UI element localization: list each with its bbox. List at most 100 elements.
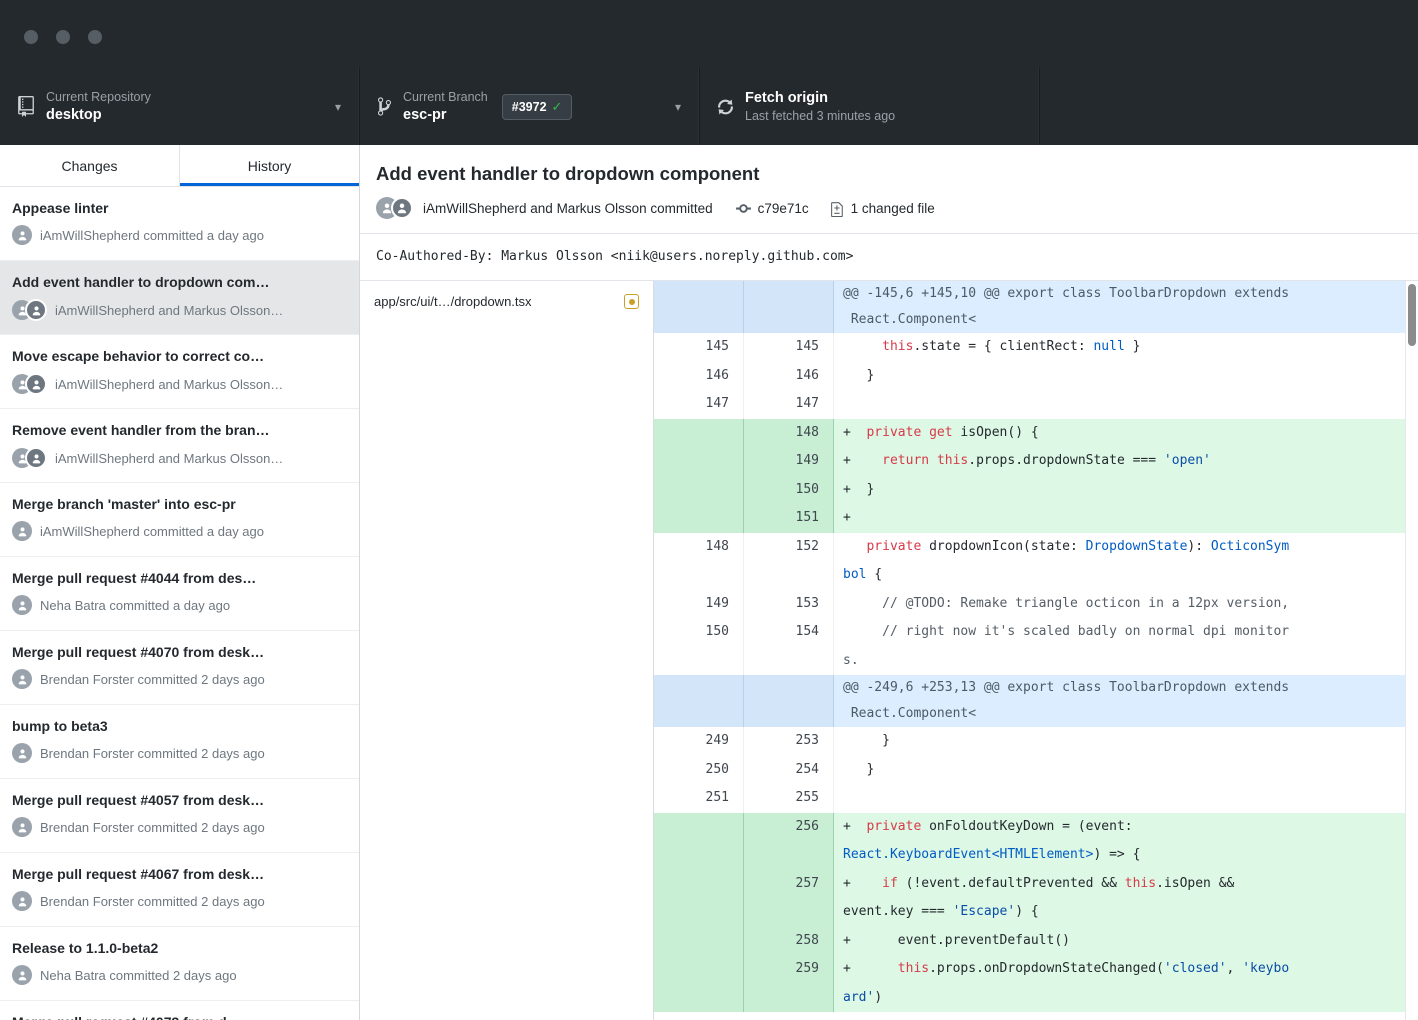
fetch-origin-status: Last fetched 3 minutes ago (745, 108, 895, 125)
current-branch-label: Current Branch (403, 89, 488, 106)
diff-line-row: 150+ } (654, 476, 1418, 505)
diff-code-text: + event.preventDefault() (834, 927, 1418, 956)
old-line-number: 146 (654, 362, 744, 391)
close-window-button[interactable] (24, 30, 38, 44)
commit-list-item[interactable]: Merge pull request #4044 from des…Neha B… (0, 557, 359, 631)
diff-line-row: 259+ this.props.onDropdownStateChanged('… (654, 955, 1418, 984)
new-line-number: 145 (744, 333, 834, 362)
old-line-number: 250 (654, 756, 744, 785)
commit-item-title: Release to 1.1.0-beta2 (12, 940, 347, 957)
old-line-number (654, 984, 744, 1013)
old-line-number (654, 647, 744, 676)
diff-line-row: 249253 } (654, 727, 1418, 756)
new-line-number (744, 281, 834, 307)
current-repository-button[interactable]: Current Repository desktop ▾ (0, 68, 360, 145)
avatar (12, 225, 32, 245)
commit-item-byline: Brendan Forster committed 2 days ago (40, 820, 265, 835)
tab-history[interactable]: History (180, 145, 359, 186)
diff-code-text: React.Component< (834, 307, 1418, 333)
new-line-number: 147 (744, 390, 834, 419)
current-branch-button[interactable]: Current Branch esc-pr #3972 ✓ ▾ (360, 68, 700, 145)
commit-item-meta: Brendan Forster committed 2 days ago (12, 743, 347, 763)
avatar (12, 521, 32, 541)
minimize-window-button[interactable] (56, 30, 70, 44)
diff-line-row: 251255 (654, 784, 1418, 813)
fetch-origin-button[interactable]: Fetch origin Last fetched 3 minutes ago (700, 68, 1040, 145)
commit-item-title: bump to beta3 (12, 718, 347, 735)
diff-scrollbar-track[interactable] (1405, 281, 1418, 1020)
sidebar-tabs: Changes History (0, 145, 359, 187)
sync-icon (718, 97, 733, 117)
diff-hunk-row: @@ -249,6 +253,13 @@ export class Toolba… (654, 675, 1418, 701)
old-line-number (654, 841, 744, 870)
old-line-number: 249 (654, 727, 744, 756)
git-commit-icon (735, 200, 752, 217)
commit-list-item[interactable]: Merge branch 'master' into esc-priAmWill… (0, 483, 359, 557)
diff-code-text: @@ -145,6 +145,10 @@ export class Toolba… (834, 281, 1418, 307)
diff-code-text: + if (!event.defaultPrevented && this.is… (834, 870, 1418, 899)
diff-code-text: event.key === 'Escape') { (834, 898, 1418, 927)
changed-file-icon (831, 200, 845, 217)
old-line-number (654, 476, 744, 505)
diff-code-text: + } (834, 476, 1418, 505)
diff-code-text: } (834, 727, 1418, 756)
old-line-number (654, 307, 744, 333)
old-line-number (654, 504, 744, 533)
commit-list-item[interactable]: bump to beta3 Brendan Forster committed 2… (0, 705, 359, 779)
diff-code-text: ard') (834, 984, 1418, 1013)
commit-list-item[interactable]: Appease linter iAmWillShepherd committed … (0, 187, 359, 261)
avatar (25, 447, 47, 469)
commit-list-item[interactable]: Merge pull request #4070 from desk… Brend… (0, 631, 359, 705)
diff-rows: @@ -145,6 +145,10 @@ export class Toolba… (654, 281, 1418, 1012)
commit-item-title: Appease linter (12, 200, 347, 217)
new-line-number: 149 (744, 447, 834, 476)
new-line-number: 148 (744, 419, 834, 448)
avatar (391, 197, 413, 219)
old-line-number (654, 813, 744, 842)
diff-scrollbar-thumb[interactable] (1408, 284, 1416, 346)
diff-code-text: // @TODO: Remake triangle octicon in a 1… (834, 590, 1418, 619)
diff-line-row: 148152 private dropdownIcon(state: Dropd… (654, 533, 1418, 562)
old-line-number: 148 (654, 533, 744, 562)
tab-changes[interactable]: Changes (0, 145, 180, 186)
commit-list-item[interactable]: Merge pull request #4067 from desk… Brend… (0, 853, 359, 927)
commit-item-byline: iAmWillShepherd and Markus Olsson… (55, 377, 283, 392)
commit-item-byline: Neha Batra committed a day ago (40, 598, 230, 613)
old-line-number (654, 870, 744, 899)
commit-item-byline: iAmWillShepherd committed a day ago (40, 228, 264, 243)
diff-hunk-row: React.Component< (654, 307, 1418, 333)
diff-area: app/src/ui/t…/dropdown.tsx @@ -145,6 +14… (360, 281, 1418, 1020)
commit-item-title: Merge pull request #4073 from d… (12, 1014, 347, 1020)
commit-item-meta: Brendan Forster committed 2 days ago (12, 669, 347, 689)
diff-line-row: 151+ (654, 504, 1418, 533)
old-line-number (654, 447, 744, 476)
diff-code-text (834, 390, 1418, 419)
diff-code-text: } (834, 362, 1418, 391)
chevron-down-icon: ▾ (325, 100, 341, 114)
commit-list-item[interactable]: Add event handler to dropdown com…iAmWil… (0, 261, 359, 335)
commit-description: Co-Authored-By: Markus Olsson <niik@user… (360, 234, 1418, 280)
commit-item-meta: Brendan Forster committed 2 days ago (12, 891, 347, 911)
changed-file-item[interactable]: app/src/ui/t…/dropdown.tsx (360, 281, 653, 322)
commit-list-item[interactable]: Merge pull request #4057 from desk…Brend… (0, 779, 359, 853)
diff-line-row: 145145 this.state = { clientRect: null } (654, 333, 1418, 362)
diff-line-row: 150154 // right now it's scaled badly on… (654, 618, 1418, 647)
new-line-number (744, 841, 834, 870)
sidebar: Changes History Appease linter iAmWillShe… (0, 145, 360, 1020)
zoom-window-button[interactable] (88, 30, 102, 44)
file-path: app/src/ui/t…/dropdown.tsx (374, 294, 616, 309)
diff-code-text: + return this.props.dropdownState === 'o… (834, 447, 1418, 476)
ci-check-icon: ✓ (552, 99, 563, 115)
commit-meta-row: iAmWillShepherd and Markus Olsson commit… (376, 197, 1402, 219)
commit-item-title: Merge pull request #4070 from desk… (12, 644, 347, 661)
commit-list-item[interactable]: Merge pull request #4073 from d… (0, 1001, 359, 1020)
diff-code-text: // right now it's scaled badly on normal… (834, 618, 1418, 647)
commit-list-item[interactable]: Remove event handler from the bran…iAmWi… (0, 409, 359, 483)
current-repository-label: Current Repository (46, 89, 151, 106)
avatar (12, 669, 32, 689)
commit-list-item[interactable]: Release to 1.1.0-beta2Neha Batra committ… (0, 927, 359, 1001)
commit-item-title: Merge pull request #4067 from desk… (12, 866, 347, 883)
new-line-number: 146 (744, 362, 834, 391)
commit-list-item[interactable]: Move escape behavior to correct co…iAmWi… (0, 335, 359, 409)
commit-item-byline: iAmWillShepherd committed a day ago (40, 524, 264, 539)
